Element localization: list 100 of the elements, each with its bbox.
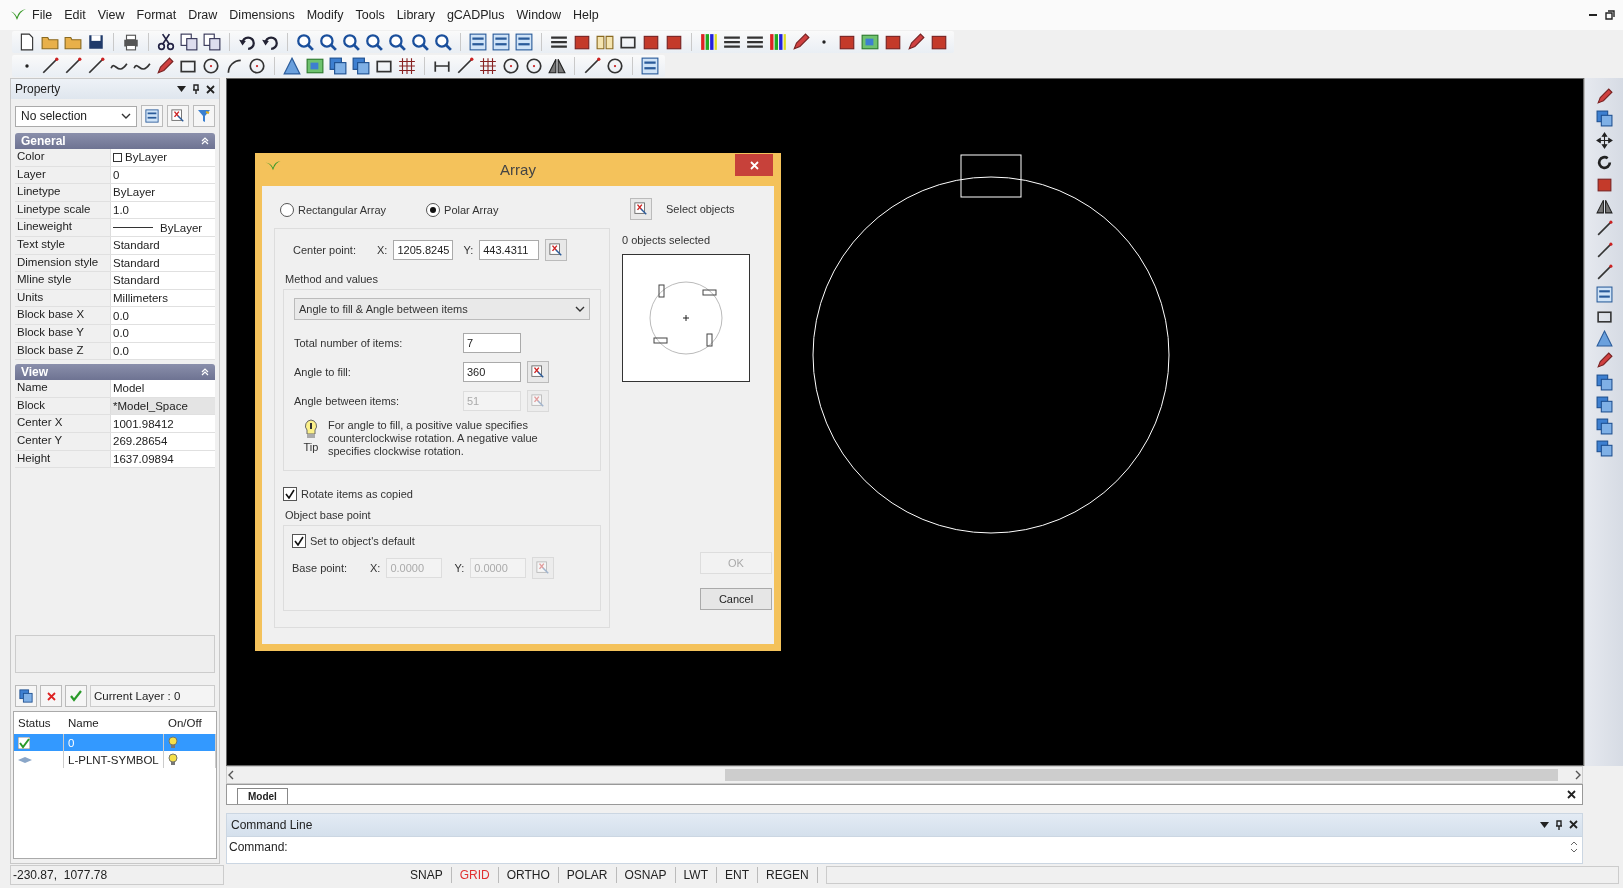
stacked-squares-icon[interactable] [1595, 374, 1613, 391]
section-header[interactable]: View [15, 364, 215, 381]
status-toggle[interactable]: POLAR [558, 867, 617, 883]
panel-icon[interactable] [1595, 286, 1613, 303]
pencil-icon[interactable] [1595, 88, 1613, 105]
filter-button[interactable] [193, 105, 215, 127]
collapse-chevron-icon[interactable] [201, 368, 209, 377]
stacked-squares-icon[interactable] [1595, 418, 1613, 435]
magnifier-icon[interactable] [365, 33, 383, 51]
radio-label[interactable]: Rectangular Array [298, 204, 387, 216]
magnifier-icon[interactable] [319, 33, 337, 51]
image-icon[interactable] [861, 33, 879, 51]
triangle-icon[interactable] [1595, 330, 1613, 347]
pencil-icon[interactable] [792, 33, 810, 51]
spinner-arrows-icon[interactable] [1570, 841, 1578, 853]
block-icon[interactable] [573, 33, 591, 51]
status-toggle[interactable]: GRID [451, 867, 499, 883]
property-value[interactable]: ByLayer [111, 149, 215, 166]
dropdown-arrow-icon[interactable] [177, 86, 186, 92]
circle-icon[interactable] [502, 57, 520, 75]
mirror-icon[interactable] [1595, 198, 1613, 215]
stacked-squares-icon[interactable] [1595, 396, 1613, 413]
status-toggle[interactable]: ENT [716, 867, 758, 883]
pencil-icon[interactable] [1595, 352, 1613, 369]
menu-item[interactable]: Library [390, 8, 441, 22]
column-header[interactable]: Name [64, 717, 164, 729]
line-icon[interactable] [1595, 242, 1613, 259]
property-value[interactable]: 269.28654 [111, 432, 215, 450]
radio-label[interactable]: Polar Array [444, 204, 499, 216]
image-icon[interactable] [306, 57, 324, 75]
menu-item[interactable]: Tools [349, 8, 391, 22]
document-icon[interactable] [18, 33, 36, 51]
bulb-icon[interactable] [168, 753, 178, 766]
stacked-squares-icon[interactable] [1595, 110, 1613, 127]
radio-button[interactable] [280, 203, 294, 217]
pick-point-button[interactable] [545, 239, 568, 261]
line-icon[interactable] [1595, 220, 1613, 237]
column-header[interactable]: On/Off [164, 717, 216, 729]
mirror-icon[interactable] [548, 57, 566, 75]
panel-icon[interactable] [641, 57, 659, 75]
checkbox-label[interactable]: Rotate items as copied [301, 488, 413, 500]
caret-icon[interactable] [575, 306, 585, 312]
property-value[interactable]: 1637.09894 [111, 450, 215, 468]
delete-layer-button[interactable] [40, 685, 62, 707]
number-field[interactable]: 360 [463, 361, 521, 382]
close-icon[interactable] [206, 84, 215, 94]
scroll-left-icon[interactable] [227, 770, 235, 781]
property-value[interactable]: ByLayer [111, 219, 215, 236]
printer-icon[interactable] [122, 33, 140, 51]
circle-icon[interactable] [202, 57, 220, 75]
pages-icon[interactable] [203, 33, 221, 51]
block-icon[interactable] [642, 33, 660, 51]
scissors-icon[interactable] [157, 33, 175, 51]
checkbox[interactable] [292, 534, 306, 548]
column-header[interactable]: Status [14, 717, 64, 729]
triangle-icon[interactable] [283, 57, 301, 75]
grid-icon[interactable] [398, 57, 416, 75]
dropdown-arrow-icon[interactable] [1540, 822, 1549, 828]
minimize-icon[interactable] [1589, 13, 1597, 17]
y-field[interactable]: 443.4311 [479, 240, 540, 260]
property-value[interactable]: Standard [111, 254, 215, 272]
method-dropdown[interactable]: Angle to fill & Angle between items [294, 298, 590, 320]
magnifier-icon[interactable] [411, 33, 429, 51]
menu-item[interactable]: Window [510, 8, 568, 22]
stacked-squares-icon[interactable] [329, 57, 347, 75]
circle-icon[interactable] [525, 57, 543, 75]
status-toggle[interactable]: ORTHO [498, 867, 559, 883]
pick-point-button[interactable] [527, 360, 549, 383]
rectangle-icon[interactable] [1595, 308, 1613, 325]
pick-button[interactable] [167, 105, 189, 127]
close-icon[interactable] [1567, 789, 1576, 799]
line-icon[interactable] [1595, 264, 1613, 281]
property-value[interactable]: 1.0 [111, 201, 215, 219]
circle-icon[interactable] [606, 57, 624, 75]
block-icon[interactable] [1595, 176, 1613, 193]
pin-icon[interactable] [192, 84, 200, 94]
color-bars-icon[interactable] [700, 33, 718, 51]
status-toggle[interactable]: OSNAP [616, 867, 676, 883]
status-toggle[interactable]: SNAP [402, 867, 452, 883]
scroll-right-icon[interactable] [1574, 770, 1582, 781]
magnifier-icon[interactable] [388, 33, 406, 51]
section-header[interactable]: General [15, 133, 215, 149]
pages-icon[interactable] [180, 33, 198, 51]
status-toggle[interactable]: LWT [675, 867, 717, 883]
property-value[interactable]: 0.0 [111, 307, 215, 324]
line-icon[interactable] [456, 57, 474, 75]
curved-arrow-icon[interactable] [261, 33, 279, 51]
selection-dropdown[interactable]: No selection [15, 105, 137, 127]
pencil-icon[interactable] [156, 57, 174, 75]
block-icon[interactable] [665, 33, 683, 51]
property-value[interactable]: Millimeters [111, 289, 215, 307]
color-bars-icon[interactable] [769, 33, 787, 51]
panel-icon[interactable] [469, 33, 487, 51]
layer-row[interactable]: L-PLNT-SYMBOL [14, 751, 216, 768]
close-button[interactable] [735, 154, 773, 176]
property-value[interactable]: Standard [111, 236, 215, 254]
scrollbar-thumb[interactable] [725, 769, 1558, 782]
property-value[interactable]: Model [111, 380, 215, 397]
x-field[interactable]: 1205.8245 [393, 240, 454, 260]
panel-icon[interactable] [515, 33, 533, 51]
